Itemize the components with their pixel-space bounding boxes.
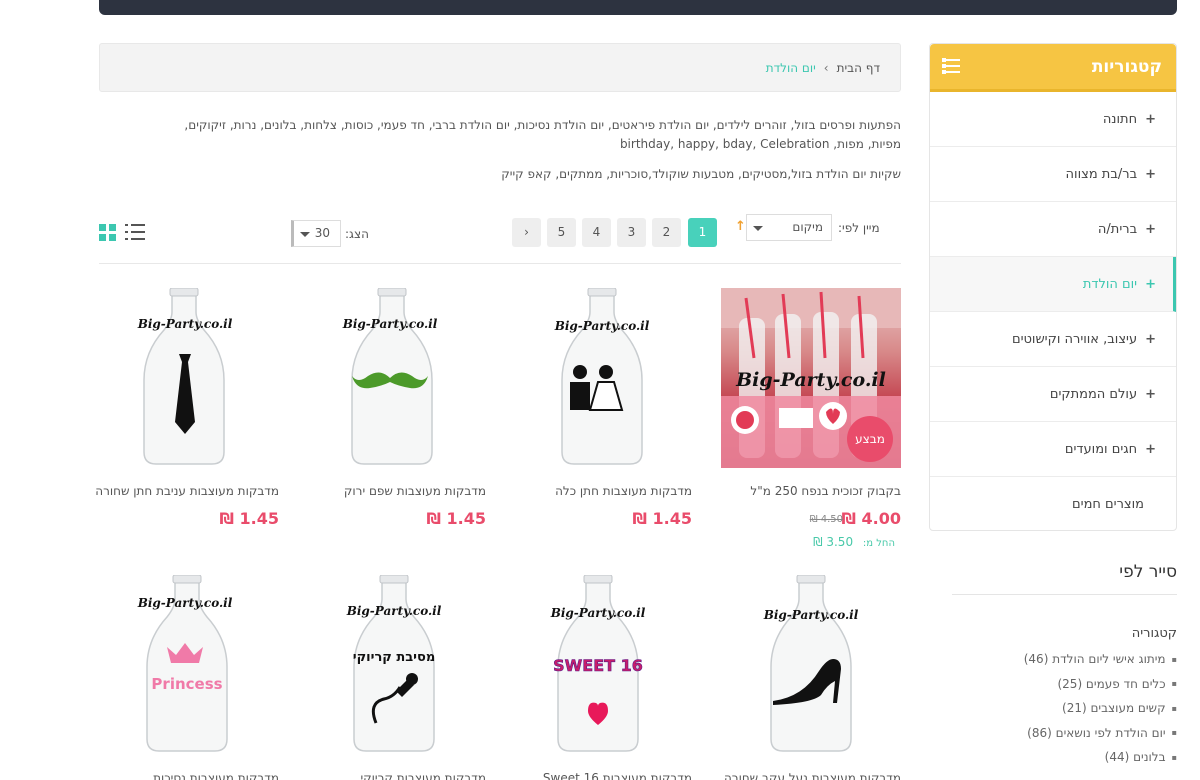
sidebar-item-hot-products[interactable]: מוצרים חמים [930, 477, 1176, 532]
page-1-button[interactable]: 1 [688, 218, 717, 247]
category-description: הפתעות ופרסים בזול, זוהרים לילדים, יום ה… [184, 118, 901, 151]
plus-icon[interactable]: + [1145, 442, 1156, 457]
plus-icon[interactable]: + [1145, 387, 1156, 402]
product-name[interactable]: מדבקות מעוצבות עניבת חתן שחורה [95, 484, 279, 498]
product-price: 4.00 ₪ [841, 509, 901, 528]
from-price-value: 3.50 ₪ [813, 535, 854, 549]
product-price: 1.45 ₪ [426, 509, 486, 528]
grid-view-icon[interactable] [99, 224, 116, 241]
product-name[interactable]: מדבקות מעוצבות Sweet 16 [512, 771, 692, 780]
filter-item[interactable]: בלונים (44) [977, 748, 1177, 773]
product-image[interactable]: Big-Party.co.il [99, 288, 279, 468]
product-image[interactable]: Big-Party.co.il מסיבת קריוקי [306, 575, 486, 755]
brand-logo: Big-Party.co.il [137, 317, 233, 331]
sale-badge: מבצע [847, 416, 893, 462]
toolbar-divider [99, 263, 901, 264]
brand-logo: Big-Party.co.il [342, 317, 438, 331]
plus-icon[interactable]: + [1145, 332, 1156, 347]
sidebar-item-birthday[interactable]: + יום הולדת [930, 257, 1176, 312]
brand-logo: Big-Party.co.il [554, 319, 650, 333]
product-from-price: החל מ: 3.50 ₪ [813, 535, 895, 549]
sidebar-item-wedding[interactable]: + חתונה [930, 92, 1176, 147]
product-image-text: מסיבת קריוקי [353, 650, 436, 665]
filter-subtitle: קטגוריה [1131, 626, 1177, 641]
show-count-select[interactable]: 30 [291, 220, 341, 247]
sidebar-item-holidays[interactable]: + חגים ומועדים [930, 422, 1176, 477]
product-image[interactable]: Big-Party.co.il [721, 575, 901, 755]
filter-item[interactable]: קשים מעוצבים (21) [977, 699, 1177, 724]
from-price-label: החל מ: [862, 538, 895, 549]
brand-logo: Big-Party.co.il [763, 608, 859, 622]
product-image-text: Princess [151, 675, 222, 693]
sidebar-item-label: עולם הממתקים [1049, 386, 1138, 402]
sidebar-item-label: יום הולדת [1082, 276, 1138, 292]
top-nav-bar [99, 0, 1177, 15]
breadcrumb-separator: › [823, 60, 829, 75]
categories-title: קטגוריות [1091, 57, 1162, 77]
page-4-button[interactable]: 4 [582, 218, 611, 247]
page-5-button[interactable]: 5 [547, 218, 576, 247]
show-label: הצג: [345, 227, 369, 241]
product-name[interactable]: מדבקות מעוצבות קריוקי [306, 771, 486, 780]
sidebar-item-label: חתונה [1102, 111, 1138, 127]
show-count-value: 30 [314, 226, 330, 240]
product-image[interactable]: Big-Party.co.il [306, 288, 486, 468]
product-name[interactable]: מדבקות מעוצבות נעל עקב שחורה [721, 771, 901, 780]
list-icon[interactable] [942, 58, 960, 75]
sidebar-item-label: בר/בת מצווה [1065, 166, 1138, 182]
brand-logo: Big-Party.co.il [137, 596, 233, 610]
sidebar-item-label: עיצוב, אווירה וקישוטים [1011, 331, 1138, 347]
product-price: 1.45 ₪ [219, 509, 279, 528]
brand-logo: Big-Party.co.il [346, 604, 442, 618]
product-name[interactable]: בקבוק זכוכית בנפח 250 מ"ל [721, 484, 901, 498]
chevron-down-icon [753, 226, 763, 231]
category-description-2: שקיות יום הולדת בזול,מסטיקים, מטבעות שוק… [501, 167, 901, 181]
brand-logo: Big-Party.co.il [735, 369, 886, 391]
sidebar-item-brit[interactable]: + ברית/ה [930, 202, 1176, 257]
sort-select[interactable]: מיקום [746, 214, 832, 241]
sidebar-item-decoration[interactable]: + עיצוב, אווירה וקישוטים [930, 312, 1176, 367]
product-image[interactable]: Big-Party.co.il Princess [99, 575, 279, 755]
chevron-down-icon [300, 232, 310, 237]
sort-direction-icon[interactable]: ↑ [735, 219, 746, 234]
filter-item[interactable]: יום הולדת לפי נושאים (86) [977, 724, 1177, 749]
product-image[interactable]: Big-Party.co.il [512, 288, 692, 468]
breadcrumb-current: יום הולדת [765, 60, 816, 75]
plus-icon[interactable]: + [1145, 167, 1156, 182]
sidebar-item-label: ברית/ה [1097, 221, 1138, 237]
categories-panel: קטגוריות + חתונה + בר/בת מצווה + ברית/ה … [929, 43, 1177, 531]
filter-item[interactable]: כלים חד פעמים (25) [977, 675, 1177, 700]
sort-label: מיין לפי: [838, 221, 880, 235]
product-image-text: SWEET 16 [553, 656, 643, 675]
breadcrumb-home[interactable]: דף הבית [837, 61, 880, 75]
filter-divider [952, 594, 1177, 595]
product-name[interactable]: מדבקות מעוצבות נסיכות [99, 771, 279, 780]
product-price: 1.45 ₪ [632, 509, 692, 528]
page-2-button[interactable]: 2 [652, 218, 681, 247]
filter-item[interactable]: מיתוג אישי ליום הולדת (46) [977, 650, 1177, 675]
sidebar-item-bar-mitzvah[interactable]: + בר/בת מצווה [930, 147, 1176, 202]
plus-icon[interactable]: + [1145, 277, 1156, 292]
plus-icon[interactable]: + [1145, 222, 1156, 237]
sidebar-item-label: חגים ומועדים [1064, 441, 1138, 457]
sidebar-item-label: מוצרים חמים [1072, 497, 1144, 512]
sidebar-item-sweets[interactable]: + עולם הממתקים [930, 367, 1176, 422]
next-page-button[interactable]: ‹ [512, 218, 541, 247]
filter-title: סייר לפי [1119, 562, 1177, 582]
list-view-icon[interactable] [125, 224, 145, 240]
page-3-button[interactable]: 3 [617, 218, 646, 247]
categories-header: קטגוריות [930, 44, 1176, 92]
brand-logo: Big-Party.co.il [550, 606, 646, 620]
plus-icon[interactable]: + [1145, 112, 1156, 127]
sort-select-value: מיקום [792, 220, 823, 234]
product-image[interactable]: Big-Party.co.il מבצע [721, 288, 901, 468]
product-name[interactable]: מדבקות מעוצבות שפם ירוק [306, 484, 486, 498]
filter-list: מיתוג אישי ליום הולדת (46) כלים חד פעמים… [977, 650, 1177, 773]
product-image[interactable]: Big-Party.co.il SWEET 16 [512, 575, 692, 755]
product-old-price: 4.50 ₪ [809, 514, 843, 525]
breadcrumb: דף הבית › יום הולדת [99, 43, 901, 92]
product-name[interactable]: מדבקות מעוצבות חתן כלה [512, 484, 692, 498]
